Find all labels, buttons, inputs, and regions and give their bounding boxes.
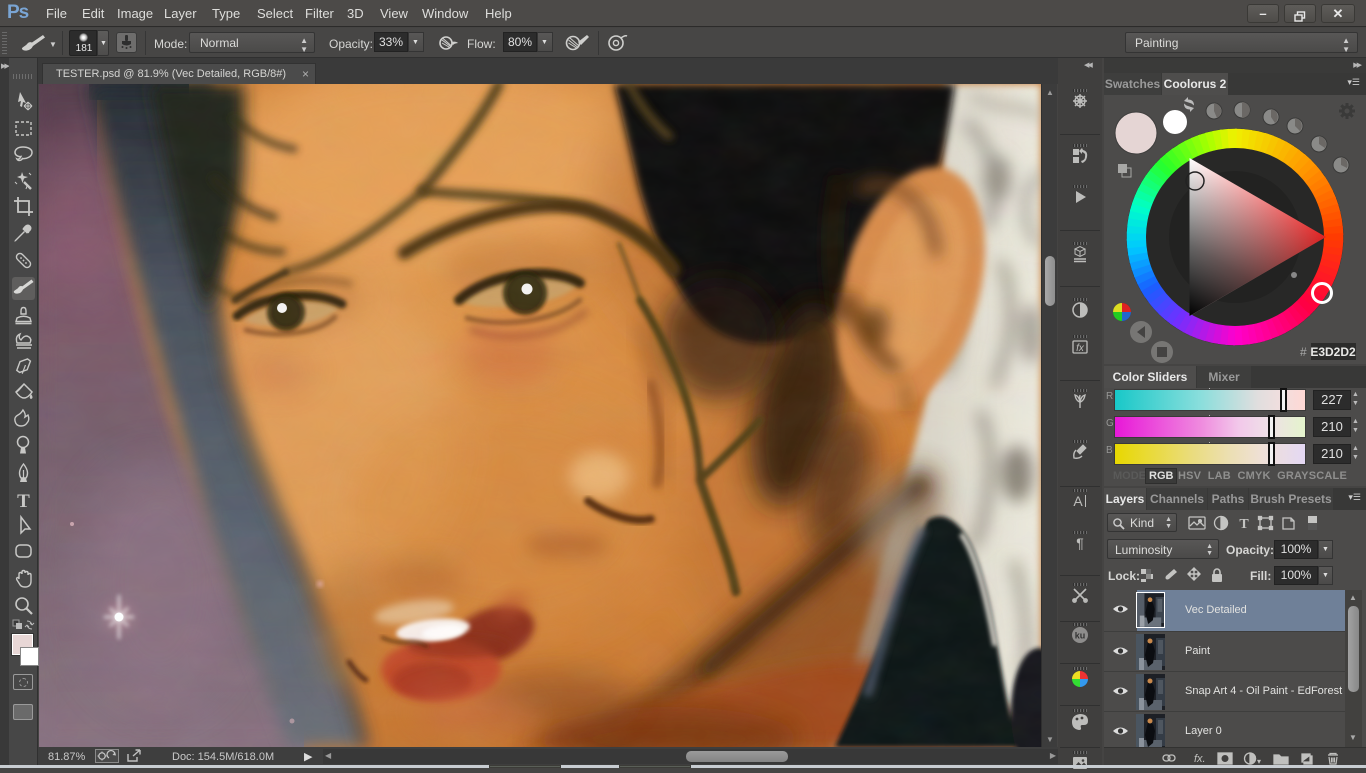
svg-text:fx: fx <box>1076 343 1085 354</box>
svg-text:fx.: fx. <box>1194 753 1206 765</box>
svg-text:¶: ¶ <box>1076 535 1084 551</box>
svg-text:▾: ▾ <box>1257 757 1261 765</box>
svg-text:ku: ku <box>1075 631 1086 641</box>
svg-text:T: T <box>1239 517 1249 532</box>
svg-text:#: # <box>1300 345 1307 359</box>
svg-text:A: A <box>1073 493 1083 509</box>
svg-text:T: T <box>17 491 30 512</box>
svg-text:E3D2D2: E3D2D2 <box>1310 345 1356 359</box>
